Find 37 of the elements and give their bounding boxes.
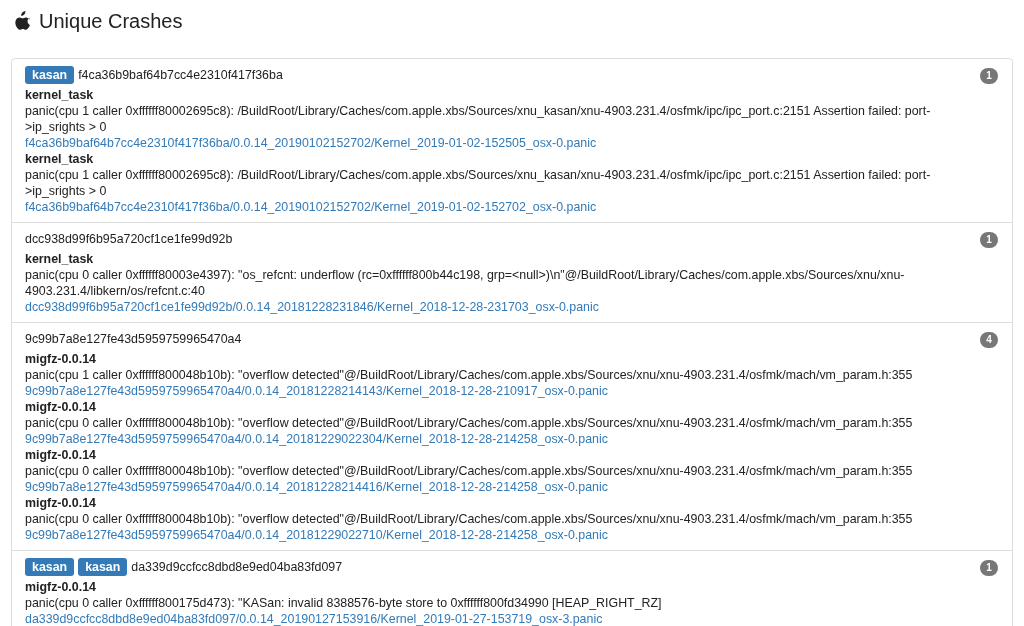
panic-message: panic(cpu 0 caller 0xffffff800048b10b): "overflow detected"@/BuildRoot/Library/Caches/com.apple.xbs/Sources/xnu/xnu-4903.231.4/osfmk/mach/vm_param.h:355 [25, 511, 914, 527]
crash-hash: f4ca36b9baf64b7cc4e2310f417f36ba [78, 67, 283, 83]
count-badge: 4 [980, 332, 998, 348]
process-name: kernel_task [25, 151, 95, 167]
count-badge: 1 [980, 232, 998, 248]
tag-label: kasan [78, 558, 128, 576]
count-badge: 1 [980, 68, 998, 84]
panic-file-link[interactable]: 9c99b7a8e127fe43d5959759965470a4/0.0.14_20181228214416/Kernel_2018-12-28-214258_osx-0.panic [25, 480, 608, 494]
panic-file-link[interactable]: f4ca36b9baf64b7cc4e2310f417f36ba/0.0.14_20190102152702/Kernel_2019-01-02-152505_osx-0.panic [25, 136, 597, 150]
apple-logo-icon [14, 11, 31, 31]
process-name: migfz-0.0.14 [25, 447, 97, 463]
panic-file-link[interactable]: 9c99b7a8e127fe43d5959759965470a4/0.0.14_20181229022304/Kernel_2018-12-28-214258_osx-0.panic [25, 432, 608, 446]
panic-message: panic(cpu 1 caller 0xffffff800048b10b): "overflow detected"@/BuildRoot/Library/Caches/com.apple.xbs/Sources/xnu/xnu-4903.231.4/osfmk/mach/vm_param.h:355 [25, 367, 914, 383]
tag-label: kasan [25, 66, 75, 84]
panic-message: panic(cpu 0 caller 0xffffff800175d473): "KASan: invalid 8388576-byte store to 0xffffff800fd34990 [HEAP_RIGHT_RZ] [25, 595, 663, 611]
panic-message: panic(cpu 1 caller 0xffffff80002695c8): /BuildRoot/Library/Caches/com.apple.xbs/Sources/xnu_kasan/xnu-4903.231.4/osfmk/ipc/ipc_port.c:2151 Assertion failed: port->ip_srights > 0 [25, 167, 932, 199]
page-title: Unique Crashes [39, 9, 183, 33]
panic-message: panic(cpu 0 caller 0xffffff80003e4397): "os_refcnt: underflow (rc=0xffffff800b44c198, grp=<null>)\n"@/BuildRoot/Library/Caches/com.apple.xbs/Sources/xnu/xnu-4903.231.4/libkern/os/refcnt.c:40 [25, 267, 906, 299]
panic-message: panic(cpu 1 caller 0xffffff80002695c8): /BuildRoot/Library/Caches/com.apple.xbs/Sources/xnu_kasan/xnu-4903.231.4/osfmk/ipc/ipc_port.c:2151 Assertion failed: port->ip_srights > 0 [25, 103, 932, 135]
process-name: migfz-0.0.14 [25, 579, 97, 595]
panic-file-link[interactable]: 9c99b7a8e127fe43d5959759965470a4/0.0.14_20181229022710/Kernel_2018-12-28-214258_osx-0.panic [25, 528, 608, 542]
crash-hash: dcc938d99f6b95a720cf1ce1fe99d92b [25, 231, 233, 247]
panic-file-link[interactable]: 9c99b7a8e127fe43d5959759965470a4/0.0.14_20181228214143/Kernel_2018-12-28-210917_osx-0.panic [25, 384, 608, 398]
panic-file-link[interactable]: da339d9ccfcc8dbd8e9ed04ba83fd097/0.0.14_20190127153916/Kernel_2019-01-27-153719_osx-3.panic [25, 612, 603, 626]
crash-hash: 9c99b7a8e127fe43d5959759965470a4 [25, 331, 242, 347]
count-badge: 1 [980, 560, 998, 576]
process-name: kernel_task [25, 251, 95, 267]
crash-hash: da339d9ccfcc8dbd8e9ed04ba83fd097 [131, 559, 343, 575]
panic-message: panic(cpu 0 caller 0xffffff800048b10b): "overflow detected"@/BuildRoot/Library/Caches/com.apple.xbs/Sources/xnu/xnu-4903.231.4/osfmk/mach/vm_param.h:355 [25, 463, 914, 479]
panic-file-link[interactable]: dcc938d99f6b95a720cf1ce1fe99d92b/0.0.14_20181228231846/Kernel_2018-12-28-231703_osx-0.panic [25, 300, 599, 314]
panic-message: panic(cpu 0 caller 0xffffff800048b10b): "overflow detected"@/BuildRoot/Library/Caches/com.apple.xbs/Sources/xnu/xnu-4903.231.4/osfmk/mach/vm_param.h:355 [25, 415, 914, 431]
process-name: kernel_task [25, 87, 95, 103]
tag-label: kasan [25, 558, 75, 576]
panic-file-link[interactable]: f4ca36b9baf64b7cc4e2310f417f36ba/0.0.14_20190102152702/Kernel_2019-01-02-152702_osx-0.panic [25, 200, 597, 214]
process-name: migfz-0.0.14 [25, 495, 97, 511]
process-name: migfz-0.0.14 [25, 351, 97, 367]
process-name: migfz-0.0.14 [25, 399, 97, 415]
